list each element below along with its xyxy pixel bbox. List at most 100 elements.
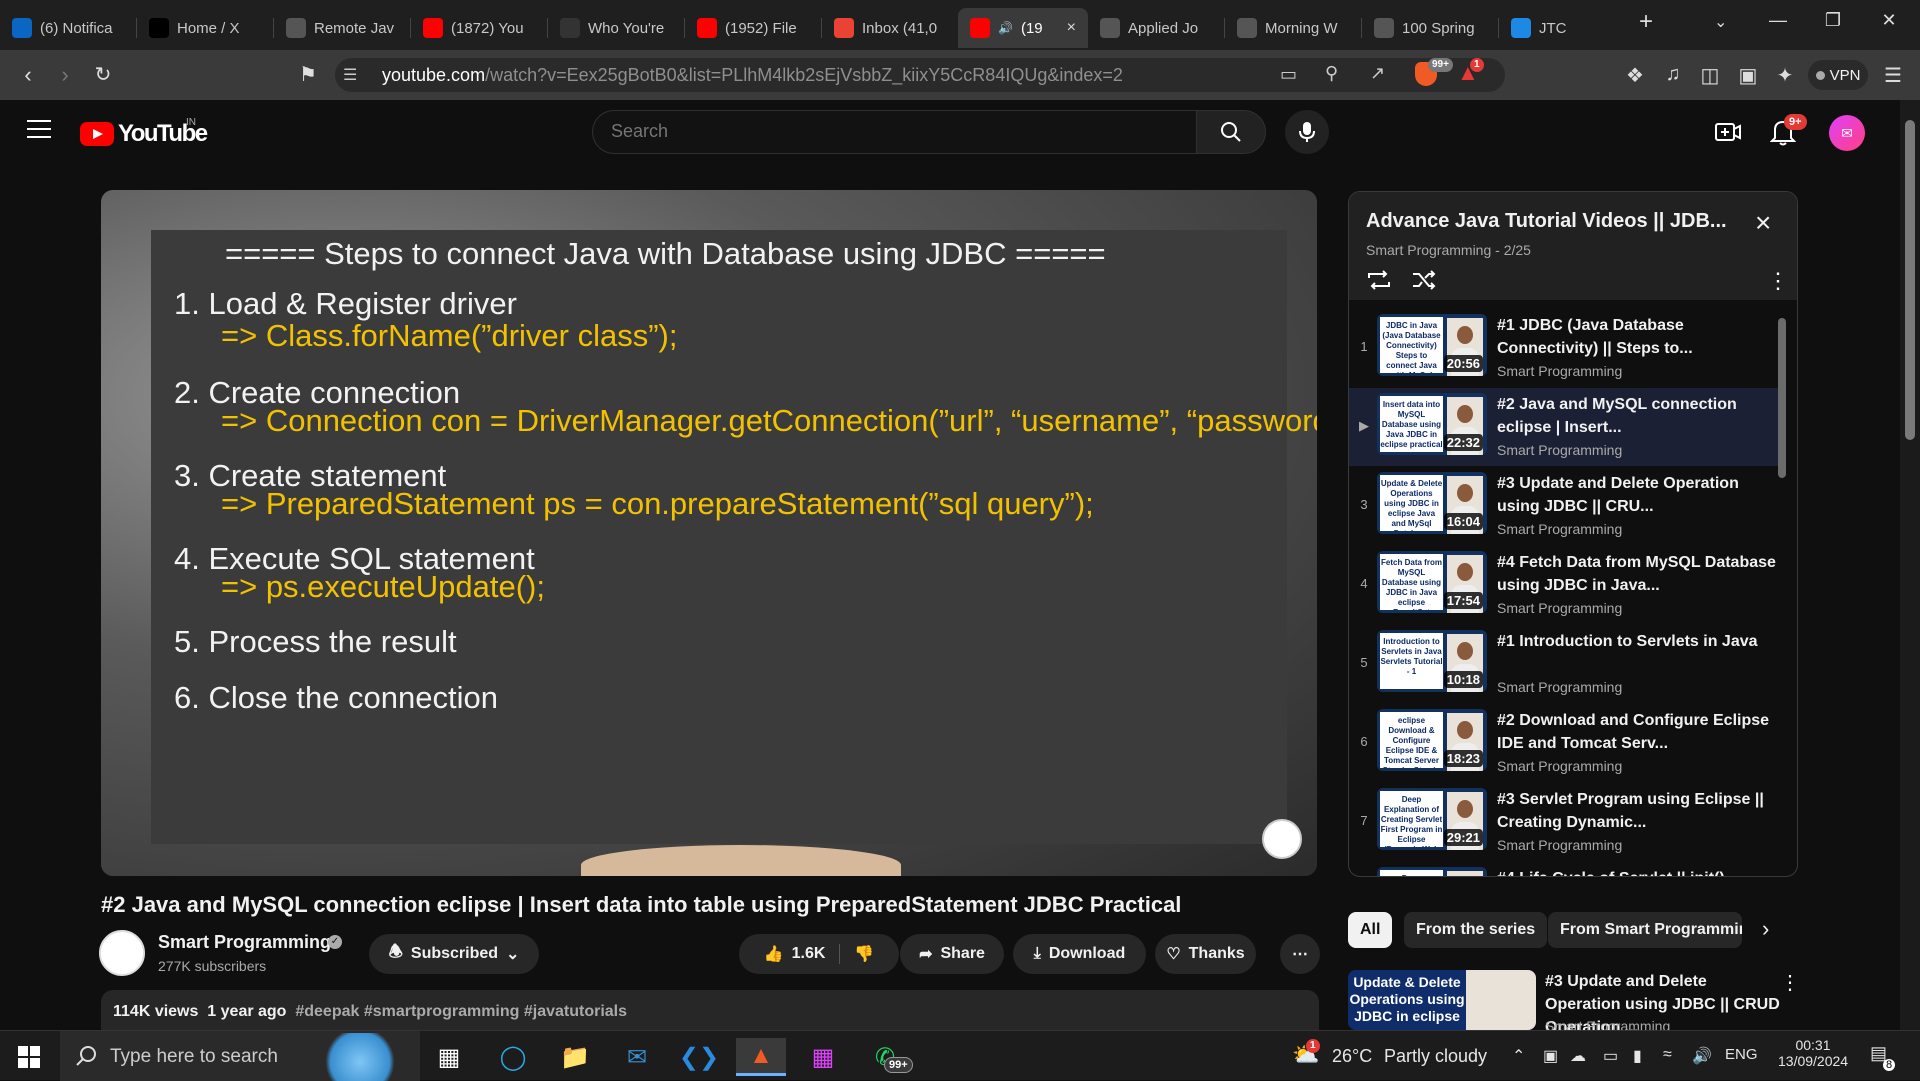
voice-search-button[interactable] (1285, 110, 1329, 154)
browser-menu-icon[interactable]: ☰ (1880, 63, 1906, 88)
leo-ai-icon[interactable]: ✦ (1772, 63, 1798, 88)
page-scroll-thumb[interactable] (1905, 120, 1915, 440)
close-playlist-icon[interactable]: × (1755, 207, 1771, 239)
volume-icon[interactable]: 🔊 (1692, 1046, 1712, 1066)
weather-temp[interactable]: 26°C (1332, 1046, 1372, 1067)
share-button[interactable]: ➦ Share (900, 934, 1004, 974)
mail-icon[interactable]: ✉ (612, 1038, 662, 1076)
browser-tab[interactable]: (6) Notifica (0, 8, 136, 48)
loop-icon[interactable] (1366, 270, 1392, 290)
address-bar[interactable]: ☰ youtube.com/watch?v=Eex25gBotB0&list=P… (335, 58, 1505, 92)
tab-search-chevron-icon[interactable]: ⌄ (1714, 12, 1727, 32)
playlist-item[interactable]: 1 JDBC in Java (Java Database Connectivit… (1349, 309, 1782, 387)
audio-playing-icon[interactable]: 🔊 (998, 21, 1013, 35)
wifi-icon[interactable]: ≈ (1663, 1046, 1672, 1064)
file-explorer-icon[interactable]: 📁 (550, 1038, 600, 1076)
browser-tab[interactable]: JTC (1499, 8, 1635, 48)
edge-icon[interactable]: ◯ (488, 1038, 538, 1076)
browser-tab[interactable]: (1872) You (411, 8, 547, 48)
recommended-thumbnail[interactable]: Update & Delete Operations using JDBC in… (1348, 970, 1536, 1030)
browser-tab[interactable]: Inbox (41,0 (822, 8, 958, 48)
playlist-item[interactable]: 4 Fetch Data from MySQL Database using JD… (1349, 546, 1782, 624)
subscribed-button[interactable]: 🕭 Subscribed ⌄ (369, 934, 539, 974)
language-indicator[interactable]: ENG (1725, 1046, 1758, 1063)
extensions-icon[interactable]: ❖ (1622, 63, 1648, 88)
channel-avatar[interactable] (99, 930, 145, 976)
battery-icon[interactable]: ▮ (1633, 1046, 1642, 1066)
thanks-button[interactable]: ♡ Thanks (1155, 934, 1256, 974)
guide-menu-icon[interactable] (27, 120, 51, 138)
url-text[interactable]: youtube.com/watch?v=Eex25gBotB0&list=PLl… (382, 65, 1123, 86)
video-player[interactable]: ===== Steps to connect Java with Databas… (101, 190, 1317, 876)
zoom-icon[interactable]: ⚲ (1325, 63, 1338, 84)
bookmark-icon[interactable]: ⚑ (293, 62, 323, 87)
page-scrollbar[interactable] (1900, 100, 1920, 1030)
browser-tab[interactable]: Home / X (137, 8, 273, 48)
notifications-button[interactable]: 9+ (1769, 114, 1807, 151)
shuffle-icon[interactable] (1411, 270, 1437, 290)
chip-from-channel[interactable]: From Smart Programming (1548, 912, 1742, 948)
forward-button[interactable]: › (50, 62, 80, 88)
brave-taskbar-icon[interactable]: ▲ (736, 1038, 786, 1076)
media-icon[interactable]: ♫ (1660, 63, 1686, 86)
playlist-item[interactable]: Deep Explanation of #4 Life Cycle of Serv… (1349, 862, 1782, 876)
playlist-more-icon[interactable]: ⋮ (1767, 268, 1789, 294)
chip-all[interactable]: All (1348, 912, 1393, 948)
tray-chevron-icon[interactable]: ⌃ (1512, 1046, 1525, 1066)
create-button[interactable] (1714, 120, 1742, 149)
recommended-more-icon[interactable]: ⋮ (1780, 970, 1800, 995)
channel-name[interactable]: Smart Programming (158, 932, 331, 953)
cast-icon[interactable]: ▭ (1280, 64, 1297, 85)
hashtags[interactable]: #deepak #smartprogramming #javatutorials (295, 1003, 627, 1020)
display-icon[interactable]: ▭ (1603, 1046, 1618, 1066)
playlist-item[interactable]: ▶ Insert data into MySQL Database using J… (1349, 388, 1782, 466)
taskbar-search-box[interactable]: Type here to search (60, 1031, 420, 1081)
more-actions-button[interactable]: ⋯ (1280, 934, 1320, 974)
playlist-item[interactable]: 3 Update & Delete Operations using JDBC i… (1349, 467, 1782, 545)
windows-start-icon[interactable] (18, 1046, 40, 1068)
back-button[interactable]: ‹ (13, 62, 43, 88)
restore-button[interactable]: ❐ (1810, 10, 1856, 31)
wallet-icon[interactable]: ▣ (1735, 63, 1761, 88)
download-button[interactable]: ⤓ Download (1013, 934, 1146, 974)
account-avatar[interactable]: ✉ (1829, 115, 1865, 151)
playlist-title[interactable]: Advance Java Tutorial Videos || JDB... (1366, 210, 1727, 233)
search-button[interactable] (1196, 110, 1266, 154)
close-window-button[interactable]: ✕ (1866, 10, 1912, 31)
playlist-subtitle[interactable]: Smart Programming - 2/25 (1366, 242, 1531, 258)
playlist-item[interactable]: 6 eclipse Download & Configure Eclipse ID… (1349, 704, 1782, 782)
playlist-item[interactable]: 7 Deep Explanation of Creating Servlet Fi… (1349, 783, 1782, 861)
browser-tab[interactable]: 100 Spring (1362, 8, 1498, 48)
chip-from-series[interactable]: From the series (1404, 912, 1548, 948)
like-button[interactable]: 👍 1.6K (764, 944, 841, 964)
close-tab-icon[interactable]: × (1067, 19, 1076, 37)
share-page-icon[interactable]: ↗ (1370, 63, 1385, 84)
playlist-scrollbar[interactable] (1778, 318, 1786, 478)
vscode-icon[interactable]: ❮❯ (674, 1038, 724, 1076)
browser-tab[interactable]: Remote Jav (274, 8, 410, 48)
browser-tab[interactable]: (1952) File (685, 8, 821, 48)
thumbs-up-icon: 👍 (763, 946, 784, 963)
description-box[interactable]: 114K views 1 year ago #deepak #smartprog… (101, 990, 1319, 1030)
channel-watermark[interactable] (1262, 819, 1302, 859)
reload-button[interactable]: ↻ (88, 62, 118, 87)
sidebar-icon[interactable]: ◫ (1697, 63, 1723, 88)
playlist-item[interactable]: 5 Introduction to Servlets in Java Servle… (1349, 625, 1782, 703)
dislike-button[interactable]: 👎 (848, 944, 874, 964)
minimize-button[interactable]: — (1755, 10, 1801, 31)
chips-next-icon[interactable]: › (1762, 916, 1769, 942)
intellij-icon[interactable]: ▦ (798, 1038, 848, 1076)
browser-tab[interactable]: Who You're (548, 8, 684, 48)
vpn-button[interactable]: VPN (1808, 60, 1868, 90)
browser-tab[interactable]: 🔊 (19 × (958, 8, 1088, 48)
search-input[interactable] (611, 121, 1171, 142)
cloud-icon[interactable]: ☁ (1570, 1046, 1586, 1066)
browser-tab[interactable]: Morning W (1225, 8, 1361, 48)
meet-icon[interactable]: ▣ (1543, 1046, 1558, 1066)
new-tab-button[interactable]: + (1626, 8, 1666, 36)
weather-text[interactable]: Partly cloudy (1384, 1046, 1487, 1067)
task-view-icon[interactable]: ▦ (424, 1038, 474, 1076)
clock[interactable]: 00:31 13/09/2024 (1778, 1037, 1848, 1069)
browser-tab[interactable]: Applied Jo (1088, 8, 1224, 48)
site-settings-icon[interactable]: ☰ (343, 65, 357, 85)
